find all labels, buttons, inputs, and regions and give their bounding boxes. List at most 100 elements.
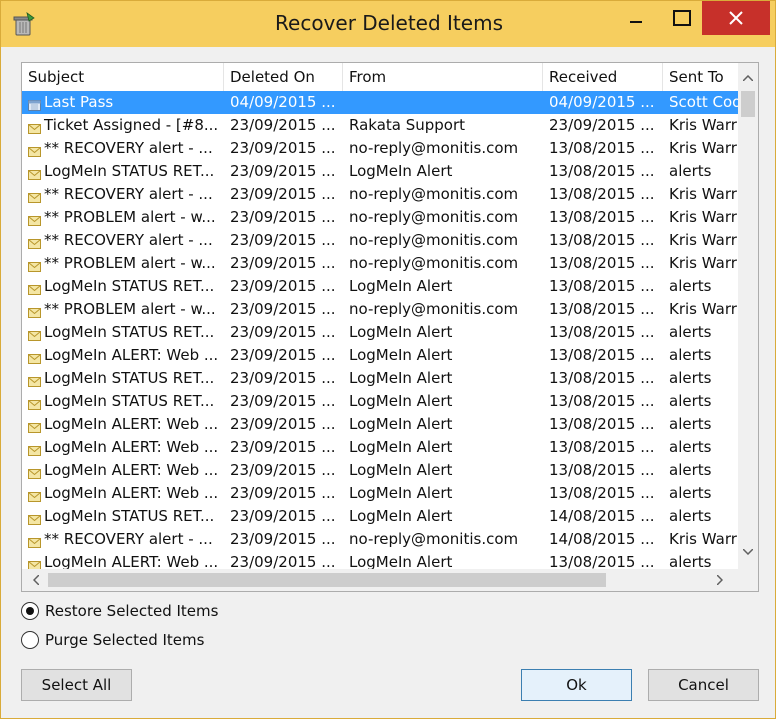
cell-received: 13/08/2015 ... (549, 231, 655, 249)
cell-deleted-on: 23/09/2015 ... (230, 346, 336, 364)
cell-from: LogMeIn Alert (349, 392, 453, 410)
table-row[interactable]: ** PROBLEM alert - w... 23/09/2015 ... no-… (22, 298, 738, 321)
cell-deleted-on: 23/09/2015 ... (230, 392, 336, 410)
purge-option-label: Purge Selected Items (45, 631, 205, 649)
cell-sent-to: alerts (669, 277, 712, 295)
cell-subject: ** RECOVERY alert - ... (44, 530, 213, 548)
scroll-left-arrow-icon[interactable] (26, 571, 46, 589)
cell-deleted-on: 23/09/2015 ... (230, 185, 336, 203)
purge-selected-option[interactable]: Purge Selected Items (21, 629, 204, 651)
cancel-button[interactable]: Cancel (648, 669, 759, 701)
cell-from: LogMeIn Alert (349, 438, 453, 456)
cell-sent-to: Kris Warr (669, 254, 737, 272)
cell-subject: ** PROBLEM alert - w... (44, 300, 216, 318)
vertical-scroll-thumb[interactable] (741, 91, 755, 117)
table-row[interactable]: LogMeIn STATUS RET... 23/09/2015 ... LogMe… (22, 505, 738, 528)
table-row[interactable]: ** RECOVERY alert - ... 23/09/2015 ... no-… (22, 229, 738, 252)
column-header-from[interactable]: From (343, 63, 543, 91)
cell-deleted-on: 23/09/2015 ... (230, 438, 336, 456)
cell-received: 04/09/2015 ... (549, 93, 655, 111)
purge-radio-button[interactable] (21, 631, 39, 649)
table-row[interactable]: LogMeIn ALERT: Web ... 23/09/2015 ... LogM… (22, 551, 738, 569)
horizontal-scrollbar[interactable] (22, 569, 758, 591)
ok-button[interactable]: Ok (521, 669, 632, 701)
cell-from: LogMeIn Alert (349, 484, 453, 502)
cell-subject: Last Pass (44, 93, 114, 111)
close-button[interactable] (702, 1, 770, 35)
cell-subject: LogMeIn ALERT: Web ... (44, 553, 219, 569)
cell-deleted-on: 04/09/2015 ... (230, 93, 336, 111)
cell-sent-to: alerts (669, 392, 712, 410)
cell-sent-to: Kris Warr (669, 208, 737, 226)
table-row[interactable]: ** RECOVERY alert - ... 23/09/2015 ... no-… (22, 137, 738, 160)
column-header-subject[interactable]: Subject (22, 63, 224, 91)
table-row[interactable]: Last Pass 04/09/2015 ... 04/09/2015 ... Sco… (22, 91, 738, 114)
scroll-up-arrow-icon[interactable] (738, 69, 758, 87)
cell-sent-to: alerts (669, 346, 712, 364)
cell-deleted-on: 23/09/2015 ... (230, 323, 336, 341)
cell-from (343, 91, 543, 114)
table-row[interactable]: LogMeIn STATUS RET... 23/09/2015 ... LogMe… (22, 390, 738, 413)
table-row[interactable]: LogMeIn STATUS RET... 23/09/2015 ... LogMe… (22, 321, 738, 344)
cell-received: 13/08/2015 ... (549, 139, 655, 157)
cell-from: no-reply@monitis.com (349, 530, 519, 548)
table-row[interactable]: Ticket Assigned - [#8... 23/09/2015 ... Ra… (22, 114, 738, 137)
select-all-button[interactable]: Select All (21, 669, 132, 701)
minimize-button[interactable] (613, 1, 659, 35)
table-row[interactable]: ** PROBLEM alert - w... 23/09/2015 ... no-… (22, 252, 738, 275)
cell-sent-to: alerts (669, 507, 712, 525)
cell-subject: Ticket Assigned - [#8... (44, 116, 219, 134)
cell-deleted-on: 23/09/2015 ... (230, 461, 336, 479)
cell-received: 13/08/2015 ... (549, 553, 655, 569)
cell-subject: ** PROBLEM alert - w... (44, 208, 216, 226)
scrollbar-corner (738, 569, 758, 591)
cell-subject: LogMeIn ALERT: Web ... (44, 415, 219, 433)
table-row[interactable]: ** RECOVERY alert - ... 23/09/2015 ... no-… (22, 528, 738, 551)
scroll-right-arrow-icon[interactable] (710, 571, 730, 589)
maximize-button[interactable] (659, 1, 705, 35)
title-bar[interactable]: Recover Deleted Items (1, 1, 775, 47)
table-row[interactable]: LogMeIn STATUS RET... 23/09/2015 ... LogMe… (22, 160, 738, 183)
cell-received: 13/08/2015 ... (549, 300, 655, 318)
cell-subject: LogMeIn ALERT: Web ... (44, 484, 219, 502)
cell-deleted-on: 23/09/2015 ... (230, 484, 336, 502)
recover-deleted-items-dialog: Recover Deleted Items Subject Deleted On… (0, 0, 776, 719)
table-row[interactable]: ** RECOVERY alert - ... 23/09/2015 ... no-… (22, 183, 738, 206)
cell-received: 13/08/2015 ... (549, 162, 655, 180)
column-header-sent-to[interactable]: Sent To (663, 63, 738, 91)
cell-sent-to: alerts (669, 461, 712, 479)
column-header-received[interactable]: Received (543, 63, 663, 91)
vertical-scrollbar[interactable] (738, 63, 758, 569)
table-row[interactable]: LogMeIn ALERT: Web ... 23/09/2015 ... LogM… (22, 436, 738, 459)
table-row[interactable]: LogMeIn ALERT: Web ... 23/09/2015 ... LogM… (22, 344, 738, 367)
cell-deleted-on: 23/09/2015 ... (230, 300, 336, 318)
table-row[interactable]: LogMeIn ALERT: Web ... 23/09/2015 ... LogM… (22, 482, 738, 505)
close-icon (729, 11, 743, 25)
horizontal-scroll-thumb[interactable] (48, 573, 606, 587)
scroll-down-arrow-icon[interactable] (738, 543, 758, 561)
deleted-items-list[interactable]: Subject Deleted On From Received Sent To… (21, 62, 759, 592)
cell-subject: LogMeIn ALERT: Web ... (44, 438, 219, 456)
restore-radio-button[interactable] (21, 602, 39, 620)
table-row[interactable]: LogMeIn STATUS RET... 23/09/2015 ... LogMe… (22, 275, 738, 298)
table-row[interactable]: LogMeIn STATUS RET... 23/09/2015 ... LogMe… (22, 367, 738, 390)
table-row[interactable]: LogMeIn ALERT: Web ... 23/09/2015 ... LogM… (22, 413, 738, 436)
cell-deleted-on: 23/09/2015 ... (230, 208, 336, 226)
cell-received: 13/08/2015 ... (549, 438, 655, 456)
cell-from: no-reply@monitis.com (349, 208, 519, 226)
column-header-deleted-on[interactable]: Deleted On (224, 63, 343, 91)
cell-from: no-reply@monitis.com (349, 254, 519, 272)
cell-sent-to: alerts (669, 162, 712, 180)
cell-deleted-on: 23/09/2015 ... (230, 507, 336, 525)
cell-from: Rakata Support (349, 116, 466, 134)
restore-selected-option[interactable]: Restore Selected Items (21, 600, 218, 622)
table-row[interactable]: LogMeIn ALERT: Web ... 23/09/2015 ... LogM… (22, 459, 738, 482)
cell-subject: LogMeIn STATUS RET... (44, 507, 215, 525)
cell-subject: LogMeIn STATUS RET... (44, 323, 215, 341)
cell-subject: ** RECOVERY alert - ... (44, 139, 213, 157)
table-row[interactable]: ** PROBLEM alert - w... 23/09/2015 ... no-… (22, 206, 738, 229)
cell-received: 13/08/2015 ... (549, 392, 655, 410)
cell-received: 14/08/2015 ... (549, 530, 655, 548)
cell-sent-to: Kris Warr (669, 231, 737, 249)
cell-sent-to: Scott Coo (669, 93, 738, 111)
